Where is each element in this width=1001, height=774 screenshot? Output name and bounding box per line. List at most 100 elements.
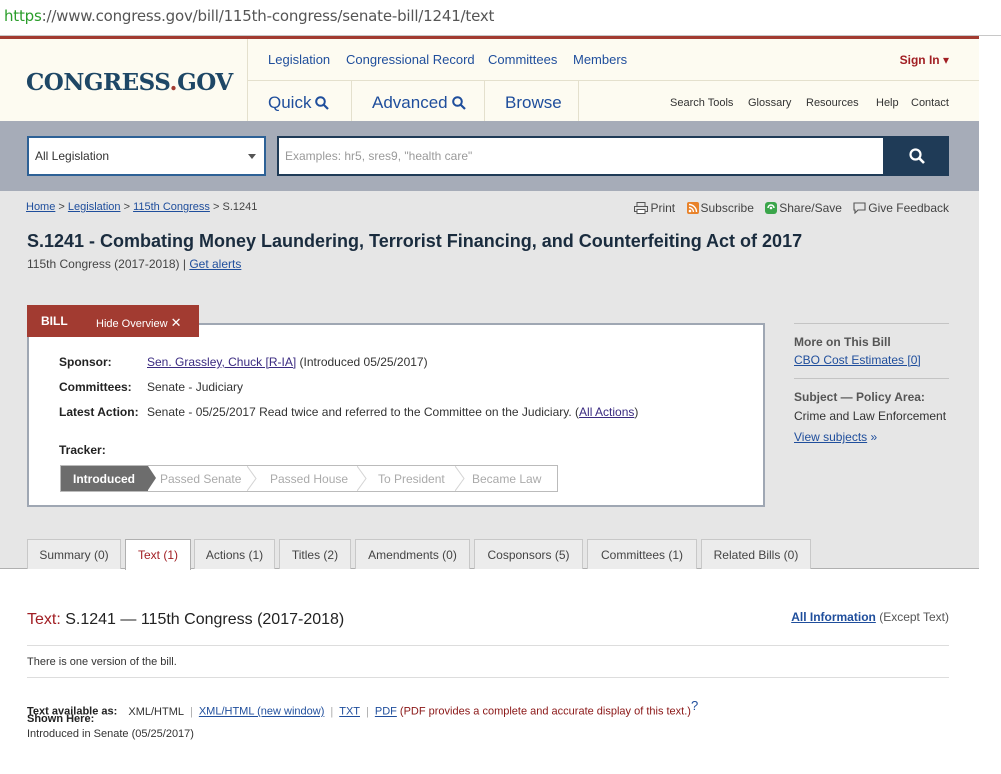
text-heading-label: Text: [27,611,61,628]
tracker-label: Tracker: [59,443,106,457]
tracker-step-passed-house: Passed House [270,472,349,486]
url-path: ://www.congress.gov/bill/115th-congress/… [41,7,495,25]
nav-legislation[interactable]: Legislation [268,52,330,67]
paren-close: ) [634,405,639,419]
quick-label: Quick [268,93,312,112]
search-scope-select[interactable]: All Legislation [27,136,266,176]
pdf-note: (PDF provides a complete and accurate di… [399,705,691,718]
all-actions-link[interactable]: All Actions [579,405,634,419]
feedback-button[interactable]: Give Feedback [853,201,949,215]
text-heading-title: S.1241 — 115th Congress (2017-2018) [60,611,345,628]
chevron-right-icon [455,466,465,491]
printer-icon [634,202,649,214]
congress-session: 115th Congress (2017-2018) | [27,257,190,271]
share-button[interactable]: Share/Save [765,201,842,215]
link-resources[interactable]: Resources [806,97,859,109]
breadcrumb-legislation[interactable]: Legislation [68,201,121,213]
page-tools: Print Subscribe Share/Save Give Feedback [626,201,949,215]
sign-in-label: Sign In [899,53,940,67]
site-header: CONGRESS.GOV Legislation Congressional R… [0,36,979,124]
format-txt[interactable]: TXT [339,706,360,718]
subscribe-label: Subscribe [700,201,754,215]
site-logo[interactable]: CONGRESS.GOV [26,69,233,96]
view-subjects-row: View subjects » [794,430,949,444]
link-help[interactable]: Help [876,97,899,109]
help-icon[interactable]: ? [691,698,698,713]
bill-label: BILL [41,314,68,328]
link-glossary[interactable]: Glossary [748,97,791,109]
side-panel: More on This Bill CBO Cost Estimates [0]… [794,323,949,444]
double-chevron-icon: » [867,430,878,444]
chevron-right-icon [357,466,367,491]
hide-overview-label: Hide Overview [96,318,168,330]
address-bar[interactable]: https://www.congress.gov/bill/115th-cong… [0,0,1001,36]
link-search-tools[interactable]: Search Tools [670,97,733,109]
speech-bubble-icon [853,202,866,215]
format-xml-html: XML/HTML [128,705,184,718]
tab-browse[interactable]: Browse [485,81,579,124]
bill-tracker: Introduced Passed Senate Passed House To… [60,465,558,492]
tab-advanced-search[interactable]: Advanced [352,81,485,124]
search-input[interactable] [279,138,883,174]
search-scope-value: All Legislation [35,149,110,163]
get-alerts-link[interactable]: Get alerts [189,257,241,271]
feedback-label: Give Feedback [868,201,949,215]
except-text-note: (Except Text) [875,610,949,624]
breadcrumb-separator: > [58,201,65,213]
cbo-estimates-link[interactable]: CBO Cost Estimates [0] [794,353,949,367]
logo-text: CONGRESS [26,69,170,96]
page-title: S.1241 - Combating Money Laundering, Ter… [27,231,803,251]
tracker-step-to-president: To President [378,472,445,486]
nav-committees[interactable]: Committees [488,52,557,67]
search-icon [451,96,466,110]
latest-action-row: Latest Action: Senate - 05/25/2017 Read t… [59,405,638,419]
top-nav: Legislation Congressional Record Committ… [247,39,979,81]
breadcrumb-separator: > [212,201,220,213]
close-icon: ✕ [170,315,182,330]
view-subjects-link[interactable]: View subjects [794,430,867,444]
breadcrumb-congress[interactable]: 115th Congress [133,201,210,213]
tracker-row: Tracker: [59,443,147,457]
tab-actions[interactable]: Actions (1) [194,539,275,569]
print-button[interactable]: Print [634,201,675,215]
divider [27,645,949,646]
browse-label: Browse [505,93,562,112]
link-contact[interactable]: Contact [911,97,949,109]
pipe-separator: | [330,705,334,718]
format-xml-html-new-window[interactable]: XML/HTML (new window) [199,706,325,718]
all-information-link[interactable]: All Information [791,610,876,624]
policy-area-heading: Subject — Policy Area: [794,390,925,404]
nav-members[interactable]: Members [573,52,627,67]
tab-committees[interactable]: Committees (1) [587,539,697,569]
tab-quick-search[interactable]: Quick [248,81,352,124]
divider [794,323,949,324]
search-icon [315,96,330,110]
tab-titles[interactable]: Titles (2) [279,539,351,569]
version-label: Introduced in Senate (05/25/2017) [27,728,194,740]
search-nav: Quick Advanced Browse Search Tools Gloss… [247,81,979,124]
breadcrumb-home[interactable]: Home [26,201,55,213]
policy-area-value: Crime and Law Enforcement [794,409,947,423]
subscribe-button[interactable]: Subscribe [686,201,754,215]
more-on-bill-heading: More on This Bill [794,335,891,349]
tab-amendments[interactable]: Amendments (0) [355,539,470,569]
tab-cosponsors[interactable]: Cosponsors (5) [474,539,583,569]
advanced-label: Advanced [372,93,448,112]
search-icon [908,148,925,164]
tracker-step-passed-senate: Passed Senate [160,472,242,486]
sponsor-link[interactable]: Sen. Grassley, Chuck [R-IA] [147,355,296,369]
tracker-step-introduced: Introduced [61,466,156,491]
text-section: Text: S.1241 — 115th Congress (2017-2018… [0,570,979,774]
search-button[interactable] [884,136,949,176]
sign-in-menu[interactable]: Sign In ▾ [900,53,949,67]
nav-congressional-record[interactable]: Congressional Record [346,52,475,67]
hide-overview-button[interactable]: Hide Overview ✕ [96,315,182,331]
tab-related-bills[interactable]: Related Bills (0) [701,539,811,569]
breadcrumb-current: S.1241 [222,201,258,213]
latest-action-label: Latest Action: [59,405,139,419]
tab-summary[interactable]: Summary (0) [27,539,121,569]
format-pdf[interactable]: PDF [375,706,397,718]
bill-overview-tab: BILL Hide Overview ✕ [27,305,199,337]
tab-text[interactable]: Text (1) [125,539,191,570]
breadcrumb: Home > Legislation > 115th Congress > S.… [26,201,257,213]
